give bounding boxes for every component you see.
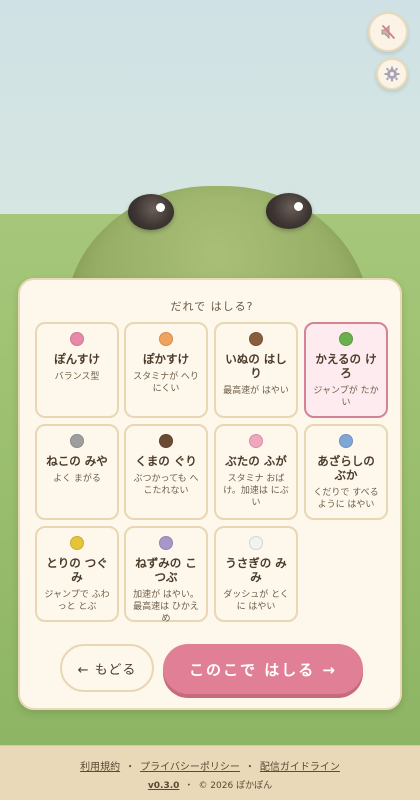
gear-icon	[384, 66, 400, 82]
footer-separator: ・	[184, 781, 194, 791]
streaming-guidelines-link[interactable]: 配信ガイドライン	[260, 762, 340, 773]
panel-prompt: だれで はしる?	[170, 300, 254, 313]
character-name: ねずみの こつぶ	[135, 556, 197, 584]
footer: 利用規約・プライバシーポリシー・配信ガイドライン v0.3.0 ・ © 2026 ぽ…	[0, 745, 420, 800]
frog-right-eye	[266, 193, 312, 229]
footer-separator: ・	[244, 762, 255, 773]
character-card-tori[interactable]: とりの つぐみ ジャンプで ふわっと とぶ	[35, 526, 119, 622]
character-name: うさぎの みみ	[225, 556, 287, 584]
character-card-usagi[interactable]: うさぎの みみ ダッシュが とくに はやい	[214, 526, 298, 622]
character-desc: ぶつかっても へこたれない	[133, 474, 199, 496]
back-button[interactable]: ← もどる	[60, 644, 154, 692]
character-color-dot	[249, 536, 263, 550]
character-card-pokasuke[interactable]: ぽかすけ スタミナが へりにくい	[124, 322, 208, 418]
footer-meta: v0.3.0 ・ © 2026 ぽかぽん	[0, 778, 420, 791]
character-desc: ジャンプで ふわっと とぶ	[44, 590, 110, 612]
privacy-policy-link[interactable]: プライバシーポリシー	[140, 762, 240, 773]
character-select-panel: だれで はしる? ぽんすけ バランス型 ぽかすけ スタミナが へりにくい いぬの…	[18, 278, 402, 710]
footer-links: 利用規約・プライバシーポリシー・配信ガイドライン	[0, 758, 420, 773]
character-color-dot	[70, 434, 84, 448]
character-card-kuma[interactable]: くまの ぐり ぶつかっても へこたれない	[124, 424, 208, 520]
character-desc: 加速が はやい。最高速は ひかえめ	[133, 590, 199, 624]
character-name: あざらしの ぶか	[317, 454, 375, 482]
version-label[interactable]: v0.3.0	[148, 781, 180, 791]
settings-button[interactable]	[376, 58, 408, 90]
copyright-text: © 2026 ぽかぽん	[198, 781, 273, 791]
character-desc: ジャンプが たかい	[313, 386, 379, 408]
start-run-button[interactable]: このこで はしる →	[163, 644, 363, 694]
character-color-dot	[249, 332, 263, 346]
character-card-nezumi[interactable]: ねずみの こつぶ 加速が はやい。最高速は ひかえめ	[124, 526, 208, 624]
character-name: ねこの みや	[46, 454, 108, 468]
character-color-dot	[339, 332, 353, 346]
mute-button[interactable]	[368, 12, 408, 52]
character-name: とりの つぐみ	[46, 556, 108, 584]
character-desc: くだりで すべるように はやい	[313, 488, 379, 510]
frog-left-eye	[128, 194, 174, 230]
character-name: ぶたの ふが	[225, 454, 287, 468]
character-card-azarashi[interactable]: あざらしの ぶか くだりで すべるように はやい	[304, 424, 388, 520]
character-desc: ダッシュが とくに はやい	[223, 590, 289, 612]
character-color-dot	[339, 434, 353, 448]
character-desc: よく まがる	[53, 474, 101, 484]
character-color-dot	[159, 536, 173, 550]
character-name: かえるの けろ	[315, 352, 377, 380]
character-desc: スタミナが へりにくい	[133, 372, 199, 394]
character-desc: スタミナ おばけ。加速は にぶい	[223, 474, 289, 508]
character-desc: バランス型	[54, 372, 100, 382]
character-name: ぽかすけ	[143, 352, 189, 366]
character-color-dot	[70, 332, 84, 346]
character-card-inu[interactable]: いぬの はしり 最高速が はやい	[214, 322, 298, 418]
character-name: いぬの はしり	[225, 352, 287, 380]
character-card-neko[interactable]: ねこの みや よく まがる	[35, 424, 119, 520]
character-card-kaeru[interactable]: かえるの けろ ジャンプが たかい	[304, 322, 388, 418]
speaker-muted-icon	[381, 24, 395, 40]
character-desc: 最高速が はやい	[223, 386, 289, 396]
character-name: くまの ぐり	[135, 454, 197, 468]
character-color-dot	[159, 434, 173, 448]
footer-separator: ・	[125, 762, 136, 773]
character-card-buta[interactable]: ぶたの ふが スタミナ おばけ。加速は にぶい	[214, 424, 298, 520]
terms-link[interactable]: 利用規約	[80, 762, 120, 773]
character-color-dot	[159, 332, 173, 346]
character-name: ぽんすけ	[54, 352, 100, 366]
character-card-ponsuke[interactable]: ぽんすけ バランス型	[35, 322, 119, 418]
character-color-dot	[70, 536, 84, 550]
character-color-dot	[249, 434, 263, 448]
